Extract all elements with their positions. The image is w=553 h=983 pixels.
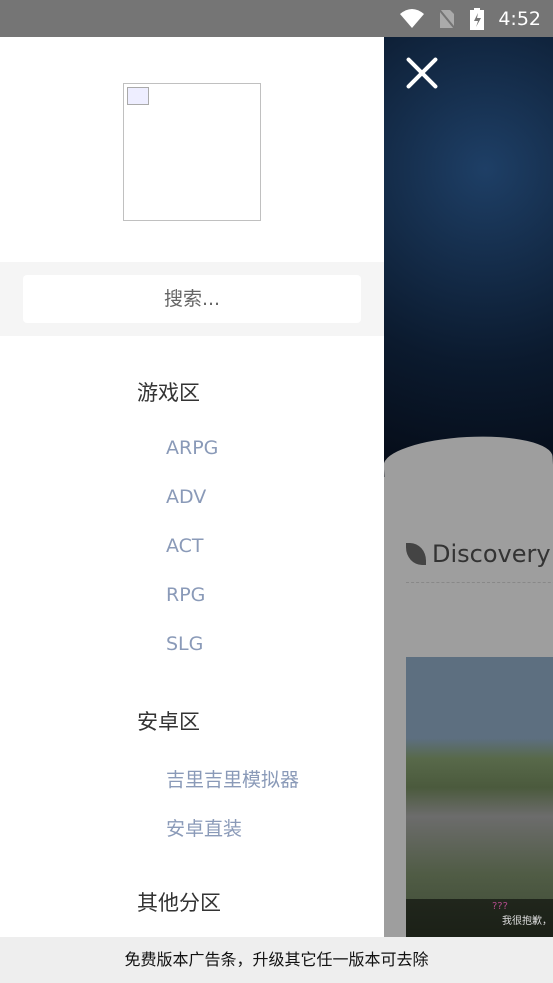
nav-item-adv[interactable]: ADV: [166, 486, 206, 508]
battery-charging-icon: [470, 7, 485, 30]
nav-item-kirikiri[interactable]: 吉里吉里模拟器: [166, 765, 299, 792]
ad-banner[interactable]: 免费版本广告条，升级其它任一版本可去除: [0, 937, 553, 983]
dialogue-caption: ??? 我很抱歉，: [406, 899, 553, 937]
discovery-label: Discovery: [432, 540, 551, 568]
header-image: [384, 37, 553, 477]
main-content: Discovery ??? 我很抱歉，: [384, 37, 553, 937]
close-icon[interactable]: [404, 55, 440, 91]
nav-drawer: 游戏区 ARPG ADV ACT RPG SLG 安卓区 吉里吉里模拟器 安卓直…: [0, 37, 384, 937]
divider: [406, 582, 553, 583]
section-games[interactable]: 游戏区: [137, 377, 200, 407]
search-input[interactable]: [23, 275, 361, 323]
discovery-heading: Discovery: [406, 540, 551, 568]
nav-item-slg[interactable]: SLG: [166, 633, 203, 655]
logo-image: [123, 83, 261, 221]
game-screenshot[interactable]: ??? 我很抱歉，: [406, 657, 553, 937]
caption-text: 我很抱歉，: [502, 916, 552, 927]
nav-item-act[interactable]: ACT: [166, 535, 204, 557]
nav-item-android-direct[interactable]: 安卓直装: [166, 814, 242, 841]
caption-name: ???: [492, 901, 508, 912]
wifi-icon: [400, 8, 425, 28]
clock: 4:52: [498, 7, 541, 30]
no-sim-icon: [438, 7, 457, 30]
section-android[interactable]: 安卓区: [137, 706, 200, 736]
status-bar: 4:52: [0, 0, 553, 37]
section-other[interactable]: 其他分区: [137, 887, 221, 917]
nav-item-arpg[interactable]: ARPG: [166, 437, 218, 459]
nav-item-rpg[interactable]: RPG: [166, 584, 205, 606]
search-bar: [0, 262, 384, 336]
broken-image-icon: [127, 87, 149, 105]
leaf-icon: [406, 543, 426, 565]
